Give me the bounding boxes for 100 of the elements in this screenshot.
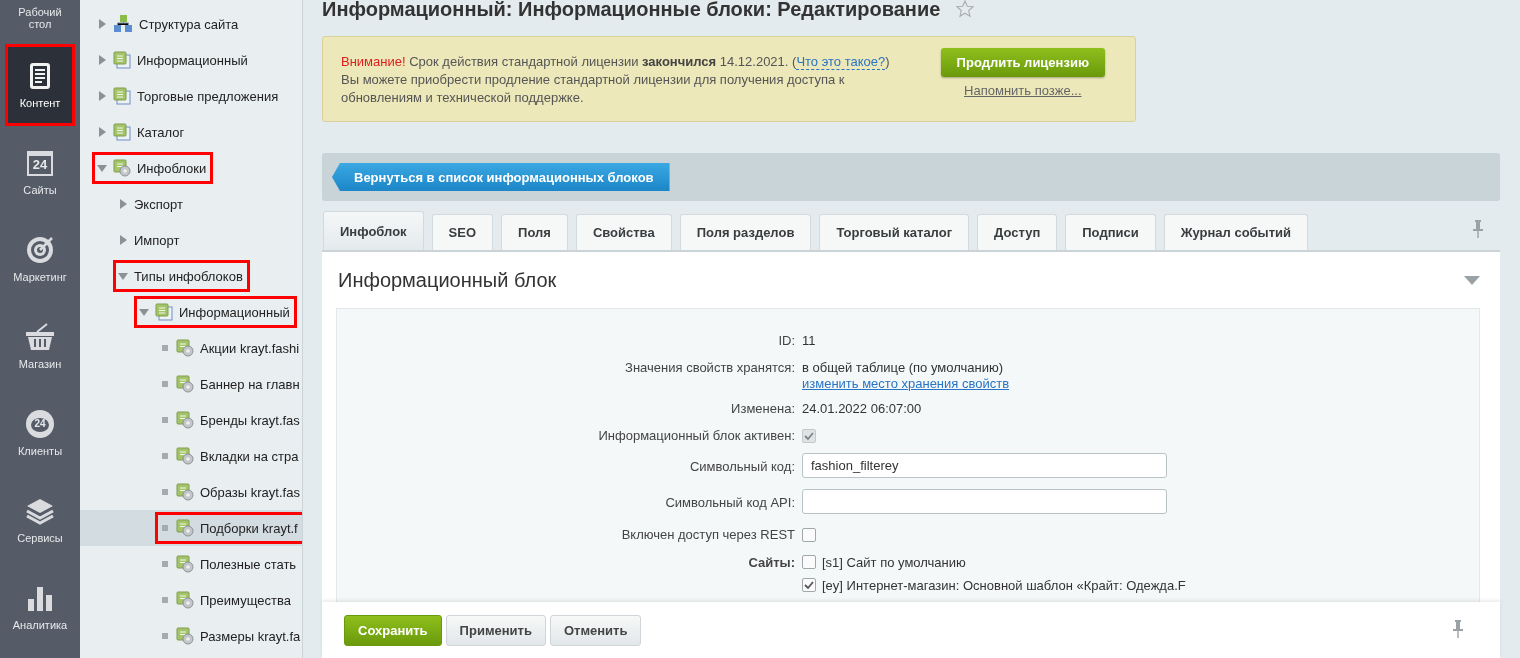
checkbox[interactable]: [802, 577, 816, 592]
tab[interactable]: Подписи: [1065, 214, 1156, 250]
nav-item[interactable]: Контент: [7, 46, 73, 124]
collapse-arrow-icon[interactable]: [1464, 275, 1480, 285]
tree-row[interactable]: Информационный: [80, 294, 302, 330]
nav-item[interactable]: Аналитика: [7, 568, 73, 646]
tree-row[interactable]: Размеры krayt.fa: [80, 618, 302, 654]
tree-item-label[interactable]: Вкладки на стра: [200, 448, 299, 464]
block-gear-icon: [176, 627, 194, 645]
tab[interactable]: Доступ: [977, 214, 1058, 250]
block-gear-icon: [176, 375, 194, 393]
tree-row[interactable]: Образы krayt.fas: [80, 474, 302, 510]
checkbox[interactable]: [802, 554, 816, 569]
field-label: Изменена:: [731, 400, 795, 417]
pin-icon[interactable]: [1472, 220, 1484, 238]
field-label: Сайты:: [748, 554, 795, 571]
tab[interactable]: Торговый каталог: [819, 214, 970, 250]
field-value: 24.01.2022 06:07:00: [802, 400, 922, 417]
form-button[interactable]: Применить: [445, 614, 546, 646]
nav-item[interactable]: Магазин: [7, 307, 73, 385]
layers-icon: [25, 496, 55, 526]
text-input[interactable]: [802, 489, 1167, 514]
bullet-icon: [160, 595, 170, 605]
collapse-arrow-icon[interactable]: [118, 271, 128, 281]
tab[interactable]: Поля разделов: [679, 214, 812, 250]
tab[interactable]: Поля: [501, 214, 568, 250]
tree-item-label[interactable]: Бренды krayt.fas: [200, 412, 300, 428]
tree-item-label[interactable]: Информационный: [179, 304, 290, 320]
expand-arrow-icon[interactable]: [97, 127, 107, 137]
remind-later-link[interactable]: Напомнить позже...: [964, 83, 1082, 98]
tab[interactable]: Свойства: [575, 214, 672, 250]
tree-item-label[interactable]: Баннер на главн: [200, 376, 300, 392]
tree-row[interactable]: Инфоблоки: [80, 150, 302, 186]
pin-icon[interactable]: [1452, 619, 1464, 638]
field-label: Значения свойств хранятся:: [625, 359, 795, 376]
tree-row[interactable]: Подборки krayt.f: [80, 510, 302, 546]
tree-row[interactable]: Экспорт: [80, 186, 302, 222]
field-value: в общей таблице (по умолчанию): [802, 359, 1003, 376]
tree-item-label[interactable]: Типы инфоблоков: [134, 268, 243, 284]
tree-item-label[interactable]: Структура сайта: [139, 16, 239, 32]
tree-row[interactable]: Преимущества: [80, 582, 302, 618]
tree-item-label[interactable]: Информационный: [137, 52, 248, 68]
expand-arrow-icon[interactable]: [97, 55, 107, 65]
expand-arrow-icon[interactable]: [97, 91, 107, 101]
tree-item-label[interactable]: Преимущества: [200, 592, 291, 608]
help-link[interactable]: Что это такое?: [796, 54, 886, 70]
basket-icon: [25, 322, 55, 352]
block-gear-icon: [176, 447, 194, 465]
form-button[interactable]: Отменить: [549, 614, 642, 646]
tab[interactable]: Инфоблок: [323, 211, 424, 250]
tree-row[interactable]: Торговые предложения: [80, 78, 302, 114]
nav-item[interactable]: Сервисы: [7, 481, 73, 559]
field-label: Символьный код:: [689, 458, 795, 475]
tree-item-label[interactable]: Полезные стать: [200, 556, 297, 572]
tree-item-label[interactable]: Подборки krayt.f: [200, 520, 298, 536]
tree-row[interactable]: Типы инфоблоков: [80, 258, 302, 294]
tree-row[interactable]: Информационный: [80, 42, 302, 78]
tree-item-label[interactable]: Каталог: [137, 124, 185, 140]
block-gear-icon: [176, 339, 194, 357]
text-input[interactable]: fashion_filterey: [802, 453, 1167, 478]
nav-item[interactable]: Рабочий стол: [7, 0, 73, 40]
tree-item-label[interactable]: Торговые предложения: [137, 88, 279, 104]
tree-row[interactable]: Бренды krayt.fas: [80, 402, 302, 438]
warning-label: Внимание!: [341, 54, 406, 69]
tree-item-label[interactable]: Импорт: [134, 232, 180, 248]
section-title: Информационный блок: [338, 268, 557, 292]
tree-row[interactable]: Баннер на главн: [80, 366, 302, 402]
nav-item[interactable]: 24 Клиенты: [7, 394, 73, 472]
tree-item-label[interactable]: Инфоблоки: [137, 160, 207, 176]
tree-item-label[interactable]: Экспорт: [134, 196, 183, 212]
tab[interactable]: Журнал событий: [1163, 214, 1309, 250]
bullet-icon: [160, 343, 170, 353]
tree-row[interactable]: Полезные стать: [80, 546, 302, 582]
collapse-arrow-icon[interactable]: [139, 307, 149, 317]
storage-link[interactable]: изменить место хранения свойств: [802, 376, 1010, 391]
page-title: Информационный: Информационные блоки: Редактирование: [322, 0, 941, 21]
tree-item-label[interactable]: Образы krayt.fas: [200, 484, 300, 500]
block-gear-icon: [113, 159, 131, 177]
tab[interactable]: SEO: [431, 214, 494, 250]
field-value: 11: [802, 332, 816, 349]
tree-row[interactable]: Каталог: [80, 114, 302, 150]
tree-row[interactable]: Импорт: [80, 222, 302, 258]
tree-item-label[interactable]: Акции krayt.fashi: [200, 340, 300, 356]
field-label: Включен доступ через REST: [621, 526, 795, 543]
checkbox[interactable]: [802, 528, 816, 542]
collapse-arrow-icon[interactable]: [97, 163, 107, 173]
tree-row[interactable]: Вкладки на стра: [80, 438, 302, 474]
tree-row[interactable]: Структура сайта: [80, 6, 302, 42]
expand-arrow-icon[interactable]: [97, 19, 107, 29]
block-icon: [113, 123, 131, 141]
star-icon[interactable]: [956, 0, 975, 18]
target-icon: [25, 235, 55, 265]
expand-arrow-icon[interactable]: [118, 199, 128, 209]
block-gear-icon: [176, 555, 194, 573]
nav-item[interactable]: 24 Сайты: [7, 133, 73, 211]
tree-row[interactable]: Акции krayt.fashi: [80, 330, 302, 366]
block-icon: [155, 303, 173, 321]
tree-item-label[interactable]: Размеры krayt.fa: [200, 628, 301, 644]
expand-arrow-icon[interactable]: [118, 235, 128, 245]
nav-item[interactable]: Маркетинг: [7, 220, 73, 298]
